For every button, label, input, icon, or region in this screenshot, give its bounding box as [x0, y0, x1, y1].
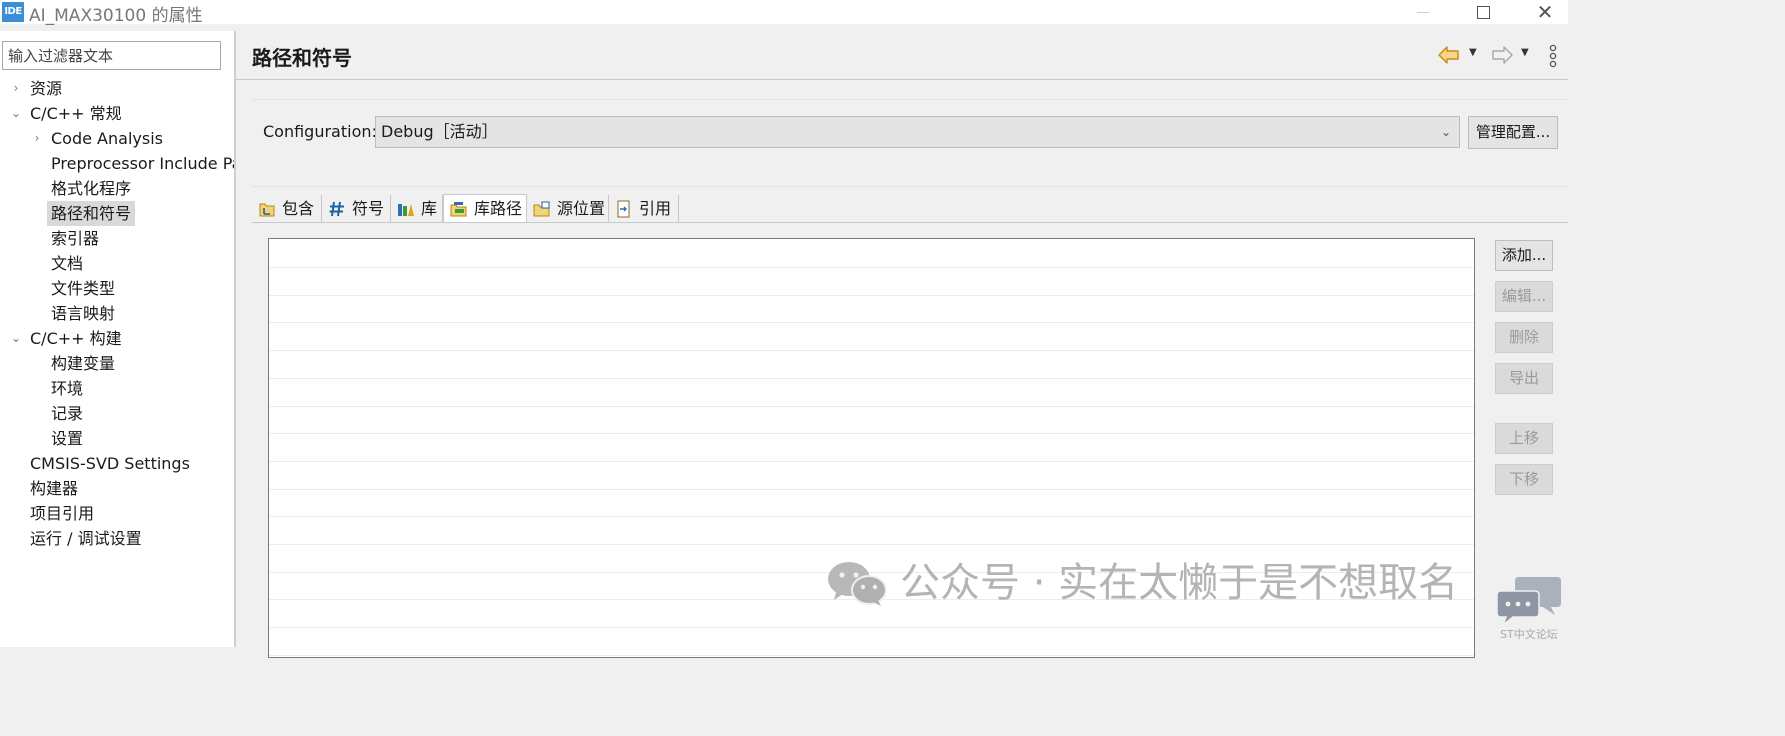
tree-item-label: 设置: [51, 429, 84, 448]
forward-dropdown-icon[interactable]: ▼: [1521, 47, 1529, 58]
tab-symbols[interactable]: 符号: [322, 195, 391, 223]
list-row-separator: [269, 489, 1474, 490]
minimize-icon[interactable]: [1400, 0, 1446, 24]
tree-item[interactable]: CMSIS-SVD Settings: [0, 451, 234, 476]
source-folder-icon: [533, 201, 550, 217]
tree-item[interactable]: 文件类型: [0, 276, 234, 301]
tree-item-label: C/C++ 构建: [30, 329, 122, 348]
list-row-separator: [269, 433, 1474, 434]
back-arrow-icon[interactable]: [1437, 44, 1461, 66]
maximize-icon[interactable]: [1460, 0, 1506, 24]
tree-item-label: 构建器: [30, 479, 79, 498]
tree-item-label: 构建变量: [51, 354, 116, 373]
tree-item[interactable]: 文档: [0, 251, 234, 276]
list-row-separator: [269, 544, 1474, 545]
more-icon[interactable]: [1548, 44, 1558, 68]
sidebar-splitter[interactable]: [234, 31, 236, 647]
delete-button[interactable]: 删除: [1495, 322, 1553, 353]
list-row-separator: [269, 322, 1474, 323]
configuration-select[interactable]: Debug［活动］ ⌄: [375, 116, 1460, 148]
tab-references[interactable]: 引用: [609, 195, 679, 223]
configuration-label: Configuration:: [263, 122, 377, 141]
tree-item[interactable]: 环境: [0, 376, 234, 401]
app-logo-icon: IDE: [2, 2, 24, 22]
tree-item-label: 运行 / 调试设置: [30, 529, 142, 548]
list-row-separator: [269, 516, 1474, 517]
tree-item-label: 格式化程序: [51, 179, 132, 198]
tree-item-label: 文档: [51, 254, 84, 273]
header-divider: [236, 79, 1568, 80]
list-row-separator: [269, 461, 1474, 462]
forum-label: ST中文论坛: [1500, 628, 1558, 641]
tree-item-label: 路径和符号: [47, 201, 136, 226]
chevron-down-icon: ⌄: [1440, 125, 1451, 139]
library-path-icon: [450, 202, 467, 217]
tree-item[interactable]: Preprocessor Include Pa: [0, 151, 234, 176]
tree-item-label: 索引器: [51, 229, 100, 248]
chevron-right-icon[interactable]: ›: [10, 76, 22, 101]
forum-chat-icon: [1496, 577, 1561, 627]
tab-libraries[interactable]: 库: [391, 195, 443, 223]
tree-item[interactable]: 项目引用: [0, 501, 234, 526]
tab-library-paths[interactable]: 库路径: [443, 194, 527, 223]
tree-item-label: 文件类型: [51, 279, 116, 298]
tree-item-label: 语言映射: [51, 304, 116, 323]
tree-item-label: 资源: [30, 79, 63, 98]
list-row-separator: [269, 655, 1474, 656]
tree-item[interactable]: 记录: [0, 401, 234, 426]
list-row-separator: [269, 378, 1474, 379]
tree-item[interactable]: 格式化程序: [0, 176, 234, 201]
move-up-button[interactable]: 上移: [1495, 423, 1553, 454]
tree-item-label: 记录: [51, 404, 84, 423]
chevron-right-icon[interactable]: ›: [31, 126, 43, 151]
list-row-separator: [269, 406, 1474, 407]
configuration-value: Debug［活动］: [381, 122, 498, 141]
tree-item[interactable]: › 资源: [0, 76, 234, 101]
include-icon: [259, 203, 275, 217]
tab-source-location[interactable]: 源位置: [527, 195, 609, 223]
back-dropdown-icon[interactable]: ▼: [1469, 47, 1477, 58]
export-button[interactable]: 导出: [1495, 363, 1553, 394]
tree-item[interactable]: ⌄ C/C++ 常规: [0, 101, 234, 126]
move-down-button[interactable]: 下移: [1495, 464, 1553, 495]
tree-item-label: 环境: [51, 379, 84, 398]
filter-input[interactable]: [2, 41, 221, 70]
tab-include[interactable]: 包含: [252, 195, 322, 223]
tab-divider: [252, 222, 1568, 223]
library-icon: [398, 204, 414, 216]
tree-item-label: 项目引用: [30, 504, 95, 523]
tree-item[interactable]: 构建变量: [0, 351, 234, 376]
chevron-down-icon[interactable]: ⌄: [10, 101, 22, 126]
tree-item[interactable]: 路径和符号: [0, 201, 234, 226]
wechat-icon: [828, 562, 887, 606]
list-row-separator: [269, 627, 1474, 628]
tree-item[interactable]: 索引器: [0, 226, 234, 251]
forward-arrow-icon[interactable]: [1490, 44, 1514, 66]
watermark-text: 公众号 · 实在太懒于是不想取名: [900, 560, 1459, 606]
title-bar: IDE AI_MAX30100 的属性 ✕: [0, 0, 1568, 26]
close-icon[interactable]: ✕: [1522, 0, 1568, 24]
edit-button[interactable]: 编辑...: [1495, 281, 1553, 312]
hash-icon: [329, 201, 344, 217]
tree-item-label: Preprocessor Include Pa: [51, 154, 234, 173]
list-row-separator: [269, 350, 1474, 351]
list-row-separator: [269, 267, 1474, 268]
tree-item[interactable]: 设置: [0, 426, 234, 451]
tree-item[interactable]: ⌄ C/C++ 构建: [0, 326, 234, 351]
page-title: 路径和符号: [252, 46, 352, 70]
tree-item[interactable]: › Code Analysis: [0, 126, 234, 151]
tree-item[interactable]: 构建器: [0, 476, 234, 501]
tree-item-label: Code Analysis: [51, 129, 163, 148]
chevron-down-icon[interactable]: ⌄: [10, 326, 22, 351]
tree-item[interactable]: 语言映射: [0, 301, 234, 326]
reference-icon: [617, 200, 630, 218]
manage-configurations-button[interactable]: 管理配置...: [1468, 116, 1558, 149]
tree-item[interactable]: 运行 / 调试设置: [0, 526, 234, 551]
list-row-separator: [269, 295, 1474, 296]
add-button[interactable]: 添加...: [1495, 240, 1553, 271]
tree-item-label: C/C++ 常规: [30, 104, 122, 123]
sidebar: › 资源 ⌄ C/C++ 常规 › Code Analysis Preprocessor I…: [0, 31, 234, 647]
window-title: AI_MAX30100 的属性: [29, 6, 203, 26]
tree-item-label: CMSIS-SVD Settings: [30, 454, 190, 473]
